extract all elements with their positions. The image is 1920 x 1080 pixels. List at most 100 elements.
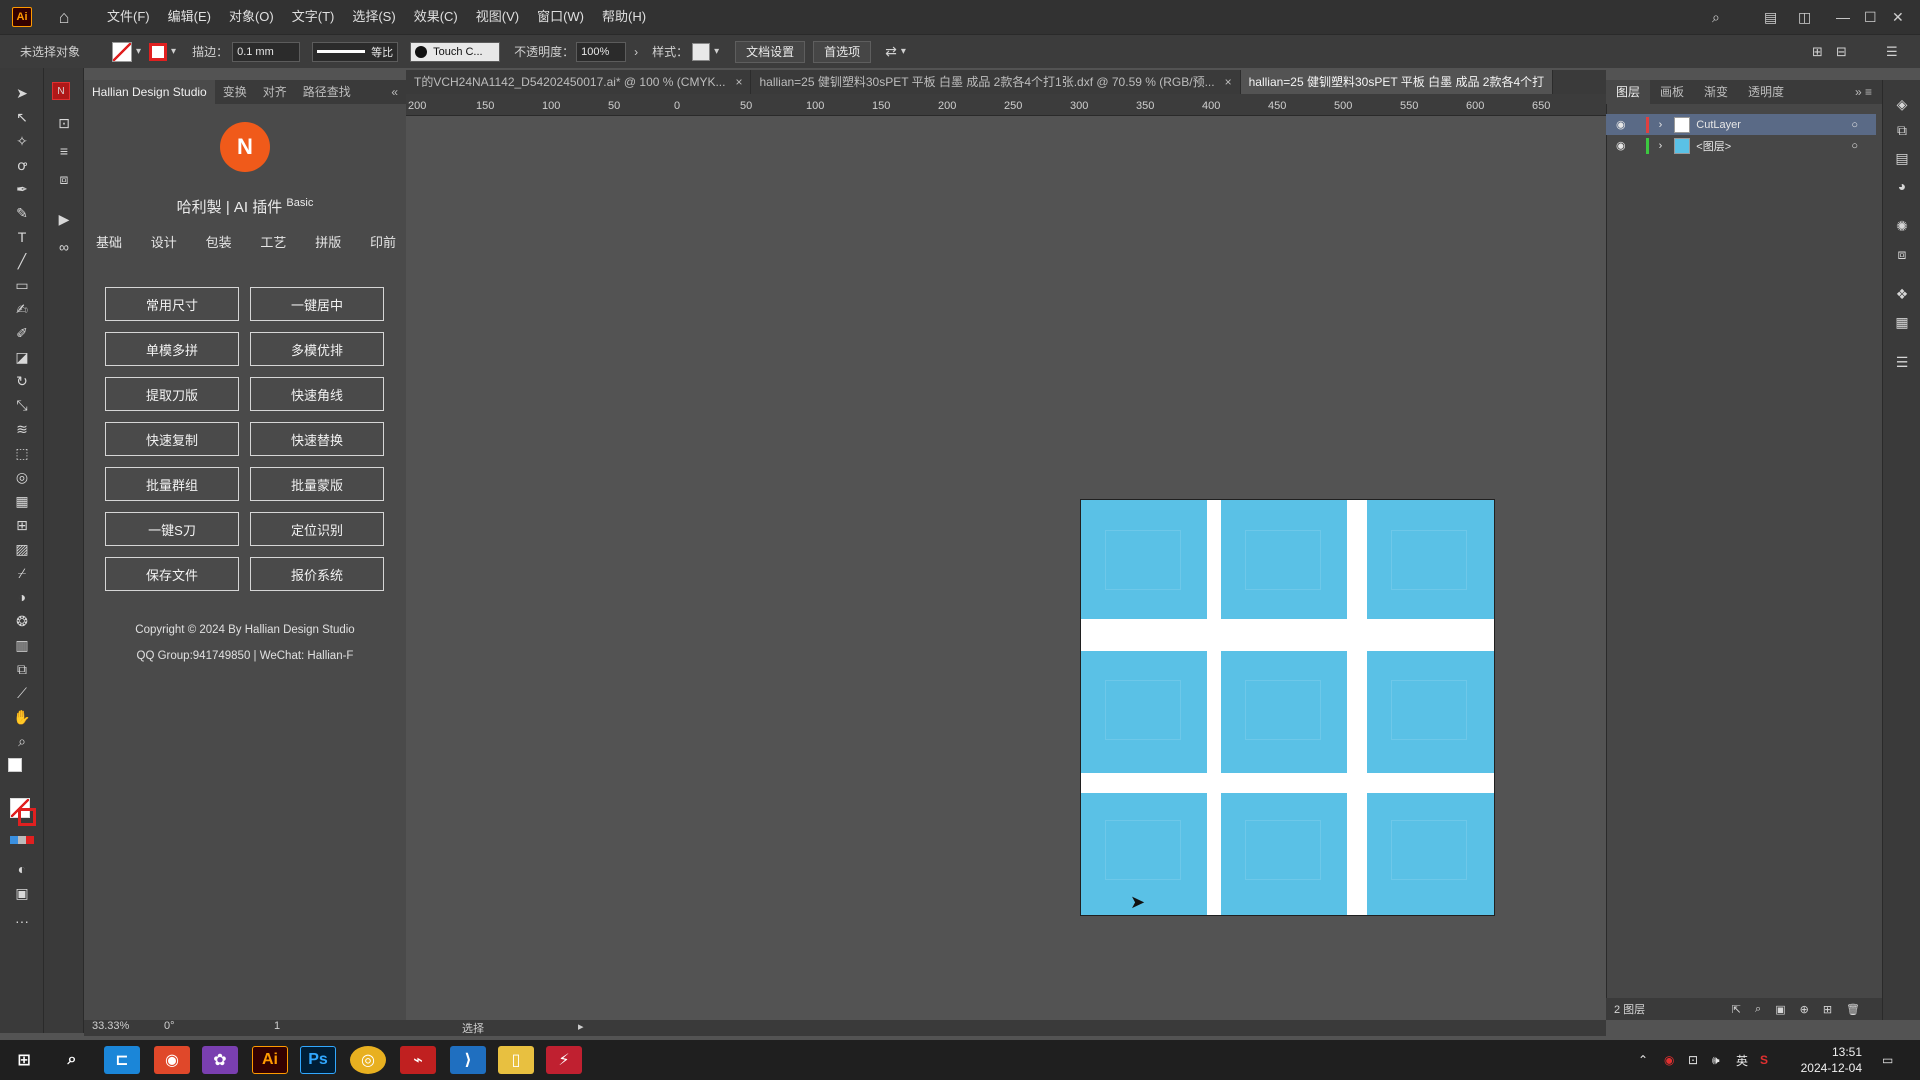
opacity-field[interactable]: 100% [576, 41, 627, 62]
locate-icon[interactable]: ⌕ [1755, 1003, 1761, 1016]
artboard-number[interactable]: 1 [274, 1020, 280, 1032]
stroke-weight-field[interactable]: 0.1 mm [232, 41, 301, 62]
selection-tool-icon[interactable]: ➤ [10, 82, 34, 104]
home-icon[interactable]: ⌂ [54, 7, 74, 27]
save-file-button[interactable]: 保存文件 [105, 557, 239, 591]
ime-indicator[interactable]: 英 [1736, 1040, 1748, 1080]
nav-basic[interactable]: 基础 [96, 232, 122, 251]
hand-tool-icon[interactable]: ✋ [10, 706, 34, 728]
magic-wand-icon[interactable]: ✧ [10, 130, 34, 152]
default-colors-icon[interactable] [8, 758, 22, 772]
nav-prepress[interactable]: 印前 [370, 232, 396, 251]
locate-identify-button[interactable]: 定位识别 [250, 512, 384, 546]
tray-chevron-icon[interactable]: ⌃ [1638, 1040, 1648, 1080]
menu-view[interactable]: 视图(V) [467, 0, 528, 34]
canvas-area[interactable]: ➤ [406, 116, 1606, 1020]
volume-icon[interactable]: 🕪 [1712, 1040, 1720, 1080]
tab-transform[interactable]: 变换 [215, 80, 255, 104]
doc-tab[interactable]: T的VCH24NA1142_D54202450017.ai* @ 100 % (… [406, 70, 752, 94]
pdf-icon[interactable]: ⌁ [400, 1046, 436, 1074]
close-button[interactable]: ✕ [1892, 0, 1904, 34]
export-icon[interactable]: ⇱ [1732, 1003, 1741, 1016]
layer-name[interactable]: CutLayer [1696, 119, 1741, 131]
multi-optimize-button[interactable]: 多模优排 [250, 332, 384, 366]
batch-mask-button[interactable]: 批量蒙版 [250, 467, 384, 501]
clip-mask-icon[interactable]: ▣ [1775, 1003, 1785, 1016]
menu-select[interactable]: 选择(S) [343, 0, 404, 34]
blend-tool-icon[interactable]: ◑ [10, 586, 34, 608]
free-transform-icon[interactable]: ⬚ [10, 442, 34, 464]
paintbrush-icon[interactable]: ✍ [10, 298, 34, 320]
menu-help[interactable]: 帮助(H) [593, 0, 655, 34]
expand-arrow-icon[interactable]: › [1659, 119, 1663, 131]
search-icon[interactable]: ⌕ [54, 1046, 90, 1074]
tab-layers[interactable]: 图层 [1606, 80, 1651, 104]
stroke-swatch[interactable] [149, 42, 168, 61]
expand-arrow-icon[interactable]: › [1659, 140, 1663, 152]
quote-system-button[interactable]: 报价系统 [250, 557, 384, 591]
corner-marks-button[interactable]: 快速角线 [250, 377, 384, 411]
search-icon[interactable]: ⌕ [1712, 0, 1720, 34]
artboards-icon[interactable]: ⧉ [1892, 120, 1912, 140]
graphic-styles-icon[interactable]: ⧈ [1892, 244, 1912, 264]
chevron-down-icon[interactable]: ▾ [714, 46, 719, 57]
eye-icon[interactable]: ◉ [1616, 139, 1626, 152]
workspace-icon[interactable]: ◫ [1798, 0, 1811, 34]
nav-imposition[interactable]: 拼版 [315, 232, 341, 251]
warp-tool-icon[interactable]: ≋ [10, 418, 34, 440]
target-circle-icon[interactable]: ○ [1851, 119, 1858, 131]
vscode-icon[interactable]: ⟩ [450, 1046, 486, 1074]
doc-tab[interactable]: hallian=25 健钏塑料30sPET 平板 白墨 成品 2款各4个打1张.… [751, 70, 1241, 94]
extract-die-button[interactable]: 提取刀版 [105, 377, 239, 411]
symbols-icon[interactable]: ❖ [1892, 284, 1912, 304]
menu-edit[interactable]: 编辑(E) [159, 0, 220, 34]
hallian-plugin-icon[interactable]: N [52, 82, 70, 100]
panel-menu-icon[interactable]: ☰ [1886, 44, 1898, 60]
draw-mode-icon[interactable]: ◐ [10, 858, 34, 880]
menu-object[interactable]: 对象(O) [220, 0, 283, 34]
new-sublayer-icon[interactable]: ⊕ [1800, 1003, 1809, 1016]
graph-tool-icon[interactable]: ▥ [10, 634, 34, 656]
notification-icon[interactable]: ▭ [1882, 1040, 1893, 1080]
nav-packaging[interactable]: 包装 [206, 232, 232, 251]
common-size-button[interactable]: 常用尺寸 [105, 287, 239, 321]
windows-start-icon[interactable]: ⊞ [6, 1046, 42, 1074]
shape-builder-icon[interactable]: ◎ [10, 466, 34, 488]
layer-row[interactable]: ◉ › <图层> ○ [1606, 135, 1876, 156]
layer-row[interactable]: ◉ › CutLayer ○ [1606, 114, 1876, 135]
minimize-button[interactable]: — [1836, 0, 1850, 34]
eye-icon[interactable]: ◉ [1616, 118, 1626, 131]
file-explorer-icon[interactable]: ▯ [498, 1046, 534, 1074]
tab-transparency[interactable]: 透明度 [1738, 80, 1794, 104]
eyedropper-icon[interactable]: ⌿ [10, 562, 34, 584]
fill-swatch[interactable] [112, 41, 132, 62]
curvature-tool-icon[interactable]: ✎ [10, 202, 34, 224]
app-icon[interactable]: ⊏ [104, 1046, 140, 1074]
menu-effect[interactable]: 效果(C) [405, 0, 467, 34]
chevron-down-icon[interactable]: ▾ [171, 46, 176, 57]
slice-tool-icon[interactable]: ⟋ [10, 682, 34, 704]
document-setup-button[interactable]: 文档设置 [735, 40, 806, 63]
illustrator-taskbar-icon[interactable]: Ai [252, 1046, 288, 1074]
clock[interactable]: 13:51 2024-12-04 [1801, 1044, 1862, 1076]
swatches-icon[interactable]: ▦ [1892, 312, 1912, 332]
style-swatch[interactable] [692, 42, 711, 61]
tab-align[interactable]: 对齐 [255, 80, 295, 104]
links-icon[interactable]: ∞ [52, 236, 76, 258]
pathfinder-icon[interactable]: ⧈ [52, 168, 76, 190]
quick-copy-button[interactable]: 快速复制 [105, 422, 239, 456]
arrange-documents-icon[interactable]: ▤ [1764, 0, 1777, 34]
lasso-icon[interactable]: ꝍ [10, 154, 34, 176]
pen-tool-icon[interactable]: ✒ [10, 178, 34, 200]
delete-icon[interactable]: 🗑 [1846, 1003, 1860, 1016]
zoom-tool-icon[interactable]: ⌕ [10, 730, 34, 752]
chevron-right-icon[interactable]: › [634, 45, 638, 59]
rectangle-tool-icon[interactable]: ▭ [10, 274, 34, 296]
batch-group-button[interactable]: 批量群组 [105, 467, 239, 501]
rotate-tool-icon[interactable]: ↻ [10, 370, 34, 392]
close-tab-icon[interactable]: × [735, 70, 742, 94]
menu-file[interactable]: 文件(F) [98, 0, 159, 34]
symbol-sprayer-icon[interactable]: ❂ [10, 610, 34, 632]
stroke-profile[interactable]: 等比 [312, 41, 399, 62]
scale-tool-icon[interactable]: ⤡ [10, 394, 34, 416]
